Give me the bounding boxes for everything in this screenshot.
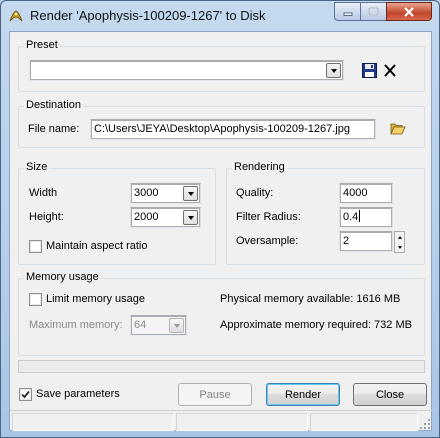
preset-group: Preset [18,39,425,92]
limit-memory-label[interactable]: Limit memory usage [46,293,145,305]
oversample-label: Oversample: [236,235,299,247]
filter-radius-value: 0.4 [343,211,359,223]
max-memory-combo[interactable]: 64 [130,315,187,336]
max-memory-dropdown-button[interactable] [169,318,184,333]
chevron-down-icon [397,245,402,249]
preset-dropdown-button[interactable] [326,63,341,78]
save-parameters-checkbox[interactable] [19,388,32,401]
physical-memory-text: Physical memory available: 1616 MB [220,293,401,305]
status-pane-1 [12,413,174,431]
oversample-input[interactable]: 2 [339,231,393,252]
height-label: Height: [29,211,64,223]
maintain-aspect-checkbox[interactable] [29,240,42,253]
chevron-down-icon [187,215,194,220]
max-memory-label: Maximum memory: [29,319,123,331]
save-parameters-label[interactable]: Save parameters [36,388,120,400]
text-caret [359,210,361,222]
close-window-button[interactable] [386,2,432,21]
open-folder-icon[interactable] [390,121,406,135]
height-value: 2000 [134,211,159,223]
maximize-icon [368,7,379,16]
rendering-group: Rendering Quality: 4000 Filter Radius: 0… [226,161,425,265]
filter-radius-label: Filter Radius: [236,211,301,223]
floppy-disk-icon[interactable] [362,63,377,78]
spin-down-button[interactable] [395,242,404,252]
title-bar[interactable]: Render 'Apophysis-100209-1267' to Disk [1,1,439,31]
max-memory-value: 64 [134,319,147,331]
width-dropdown-button[interactable] [183,186,198,201]
preset-group-title: Preset [24,39,60,51]
oversample-spinner[interactable] [394,231,405,253]
required-memory-text: Approximate memory required: 732 MB [220,319,412,331]
render-button[interactable]: Render [266,383,340,406]
pause-button[interactable]: Pause [178,383,252,406]
width-value: 3000 [134,187,159,199]
height-dropdown-button[interactable] [183,210,198,225]
minimize-icon [343,12,352,16]
chevron-down-icon [173,323,180,328]
quality-input[interactable]: 4000 [339,183,393,204]
status-bar [10,410,433,432]
chevron-up-icon [397,235,402,239]
maintain-aspect-label[interactable]: Maintain aspect ratio [46,240,148,252]
quality-label: Quality: [236,187,274,199]
close-button[interactable]: Close [353,383,427,406]
size-group-title: Size [24,161,50,173]
file-name-label: File name: [28,123,80,135]
checkmark-icon [21,390,30,399]
width-combo[interactable]: 3000 [130,183,201,204]
status-pane-2 [176,413,308,431]
status-pane-3 [310,413,418,431]
memory-group: Memory usage Limit memory usage Physical… [18,271,425,356]
rendering-group-title: Rendering [232,161,287,173]
render-dialog-window: Render 'Apophysis-100209-1267' to Disk P… [0,0,440,438]
dialog-body: Preset Destination File name: C:\Users\J… [9,31,433,432]
resize-grip-icon[interactable] [420,419,431,430]
preset-combo[interactable] [29,60,344,81]
spin-up-button[interactable] [395,232,404,242]
width-label: Width [29,187,58,199]
x-delete-icon[interactable] [383,64,397,77]
minimize-button[interactable] [334,2,361,21]
memory-group-title: Memory usage [24,271,101,283]
render-progress-bar [18,360,425,373]
apophysis-fractal-icon [9,10,23,22]
chevron-down-icon [330,68,337,73]
window-title: Render 'Apophysis-100209-1267' to Disk [30,8,266,23]
destination-group-title: Destination [24,99,84,111]
height-combo[interactable]: 2000 [130,207,201,228]
destination-group: Destination File name: C:\Users\JEYA\Des… [18,99,425,148]
size-group: Size Width 3000 Height: 2000 Maintain as… [18,161,216,265]
limit-memory-checkbox[interactable] [29,293,42,306]
filter-radius-input[interactable]: 0.4 [339,207,393,228]
file-name-input[interactable]: C:\Users\JEYA\Desktop\Apophysis-100209-1… [90,119,376,140]
chevron-down-icon [187,191,194,196]
close-icon [404,6,414,17]
maximize-button[interactable] [360,2,387,21]
